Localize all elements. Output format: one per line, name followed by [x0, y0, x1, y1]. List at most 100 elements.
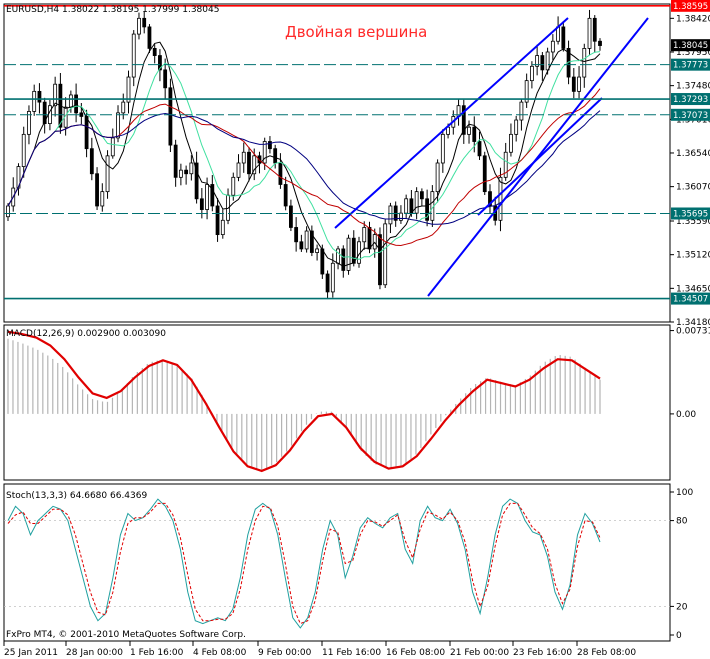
candle-body [32, 90, 37, 112]
level-label: 1.37773 [673, 61, 708, 71]
level-label: 1.38595 [673, 2, 708, 12]
time-axis: 25 Jan 2011 28 Jan 00:00 1 Feb 16:00 4 Feb … [3, 641, 636, 658]
stoch-tick-label: 20 [676, 602, 688, 612]
candle-body [283, 184, 288, 207]
candle-body [540, 55, 545, 71]
candle-body [89, 148, 94, 175]
candle-body [68, 94, 73, 108]
candle-body [121, 101, 126, 114]
candle-body [236, 162, 241, 178]
symbol-header: EURUSD,H4 1.38022 1.38195 1.37999 1.3804… [6, 5, 219, 15]
price-tick-label: 1.35120 [676, 251, 710, 261]
candle-body [294, 227, 299, 243]
copyright-text: FxPro MT4, © 2001-2010 MetaQuotes Softwa… [6, 630, 246, 640]
candle-body [79, 112, 84, 117]
candle-body [74, 94, 79, 114]
price-panel[interactable]: 1.384201.379501.374801.370101.365401.360… [4, 0, 710, 328]
candle-body [220, 219, 225, 236]
candle-body [477, 141, 482, 157]
level-label: 1.34507 [673, 295, 708, 305]
candle-body [137, 17, 141, 35]
candle-body [304, 230, 309, 250]
candle-body [561, 26, 566, 49]
candle-body [482, 155, 487, 193]
candle-body [215, 205, 220, 236]
candle-body [184, 169, 189, 175]
candle-body [399, 212, 403, 221]
candle-body [53, 83, 58, 107]
level-label: 1.35695 [673, 209, 708, 219]
candle-body [21, 133, 26, 167]
candle-body [268, 141, 272, 150]
price-tick-label: 1.38420 [676, 14, 710, 24]
candle-body [110, 137, 115, 157]
candle-body [315, 248, 319, 253]
time-tick-label: 9 Feb 00:00 [258, 648, 312, 658]
candle-body [472, 126, 477, 142]
candle-body [131, 33, 136, 78]
chart-canvas[interactable]: 1.384201.379501.374801.370101.365401.360… [0, 0, 710, 659]
candle-body [467, 126, 471, 135]
candle-body [241, 151, 246, 164]
candle-body [278, 162, 283, 185]
candle-body [592, 17, 597, 42]
macd-panel[interactable]: 0.00731 0.00 [7, 327, 710, 473]
stoch-tick-label: 80 [676, 517, 688, 527]
candles [6, 9, 602, 299]
candle-body [105, 155, 110, 193]
chart-annotation: Двойная вершина [285, 23, 427, 41]
candle-body [6, 205, 10, 218]
trendline-upper[interactable] [334, 17, 569, 229]
time-tick-label: 11 Feb 16:00 [322, 648, 381, 658]
time-tick-label: 21 Feb 00:00 [450, 648, 509, 658]
candle-body [419, 191, 424, 200]
candle-body [529, 65, 534, 82]
time-tick-label: 28 Feb 08:00 [577, 648, 636, 658]
candle-body [440, 133, 445, 164]
price-tick-label: 1.37480 [676, 82, 710, 92]
stoch-panel[interactable]: 100 80 20 0 [4, 488, 693, 641]
candle-body [550, 40, 555, 53]
ma-red-line [7, 88, 601, 247]
price-tick-label: 1.36540 [676, 149, 710, 159]
candle-body [37, 90, 42, 103]
candle-body [273, 148, 278, 164]
time-tick-label: 16 Feb 08:00 [386, 648, 445, 658]
trendline-inner[interactable] [477, 97, 603, 216]
macd-tick-label: 0.00 [676, 410, 696, 420]
candle-body [545, 51, 550, 71]
macd-histogram [7, 338, 601, 471]
candle-body [582, 48, 587, 78]
candle-body [205, 184, 209, 210]
price-tick-label: 1.36070 [676, 183, 710, 193]
candle-body [247, 151, 251, 175]
candle-body [100, 191, 105, 207]
candle-body [367, 227, 372, 250]
stoch-tick-label: 100 [676, 488, 693, 498]
time-tick-label: 23 Feb 16:00 [513, 648, 572, 658]
candle-body [404, 198, 409, 214]
stoch-header: Stoch(13,3,3) 64.6680 66.4369 [6, 491, 147, 501]
candle-body [299, 241, 304, 250]
candle-body [152, 48, 157, 56]
level-label: 1.37293 [673, 95, 708, 105]
current-price-label: 1.38045 [673, 41, 708, 51]
candle-body [173, 144, 178, 178]
macd-tick-label: 0.00731 [676, 327, 710, 337]
candle-body [320, 248, 325, 275]
stoch-tick-label: 0 [676, 631, 682, 641]
stoch-frame [3, 483, 671, 642]
time-tick-label: 28 Jan 00:00 [66, 648, 123, 658]
candle-body [383, 223, 388, 286]
candle-body [598, 40, 602, 46]
candle-body [289, 205, 293, 228]
candle-body [577, 76, 581, 92]
candle-body [351, 237, 356, 264]
level-label: 1.37073 [673, 111, 708, 121]
candle-body [163, 69, 168, 89]
candle-body [325, 273, 330, 293]
macd-signal-line [7, 330, 601, 473]
candle-body [48, 105, 52, 125]
candle-body [388, 205, 393, 225]
candle-body [336, 248, 340, 264]
